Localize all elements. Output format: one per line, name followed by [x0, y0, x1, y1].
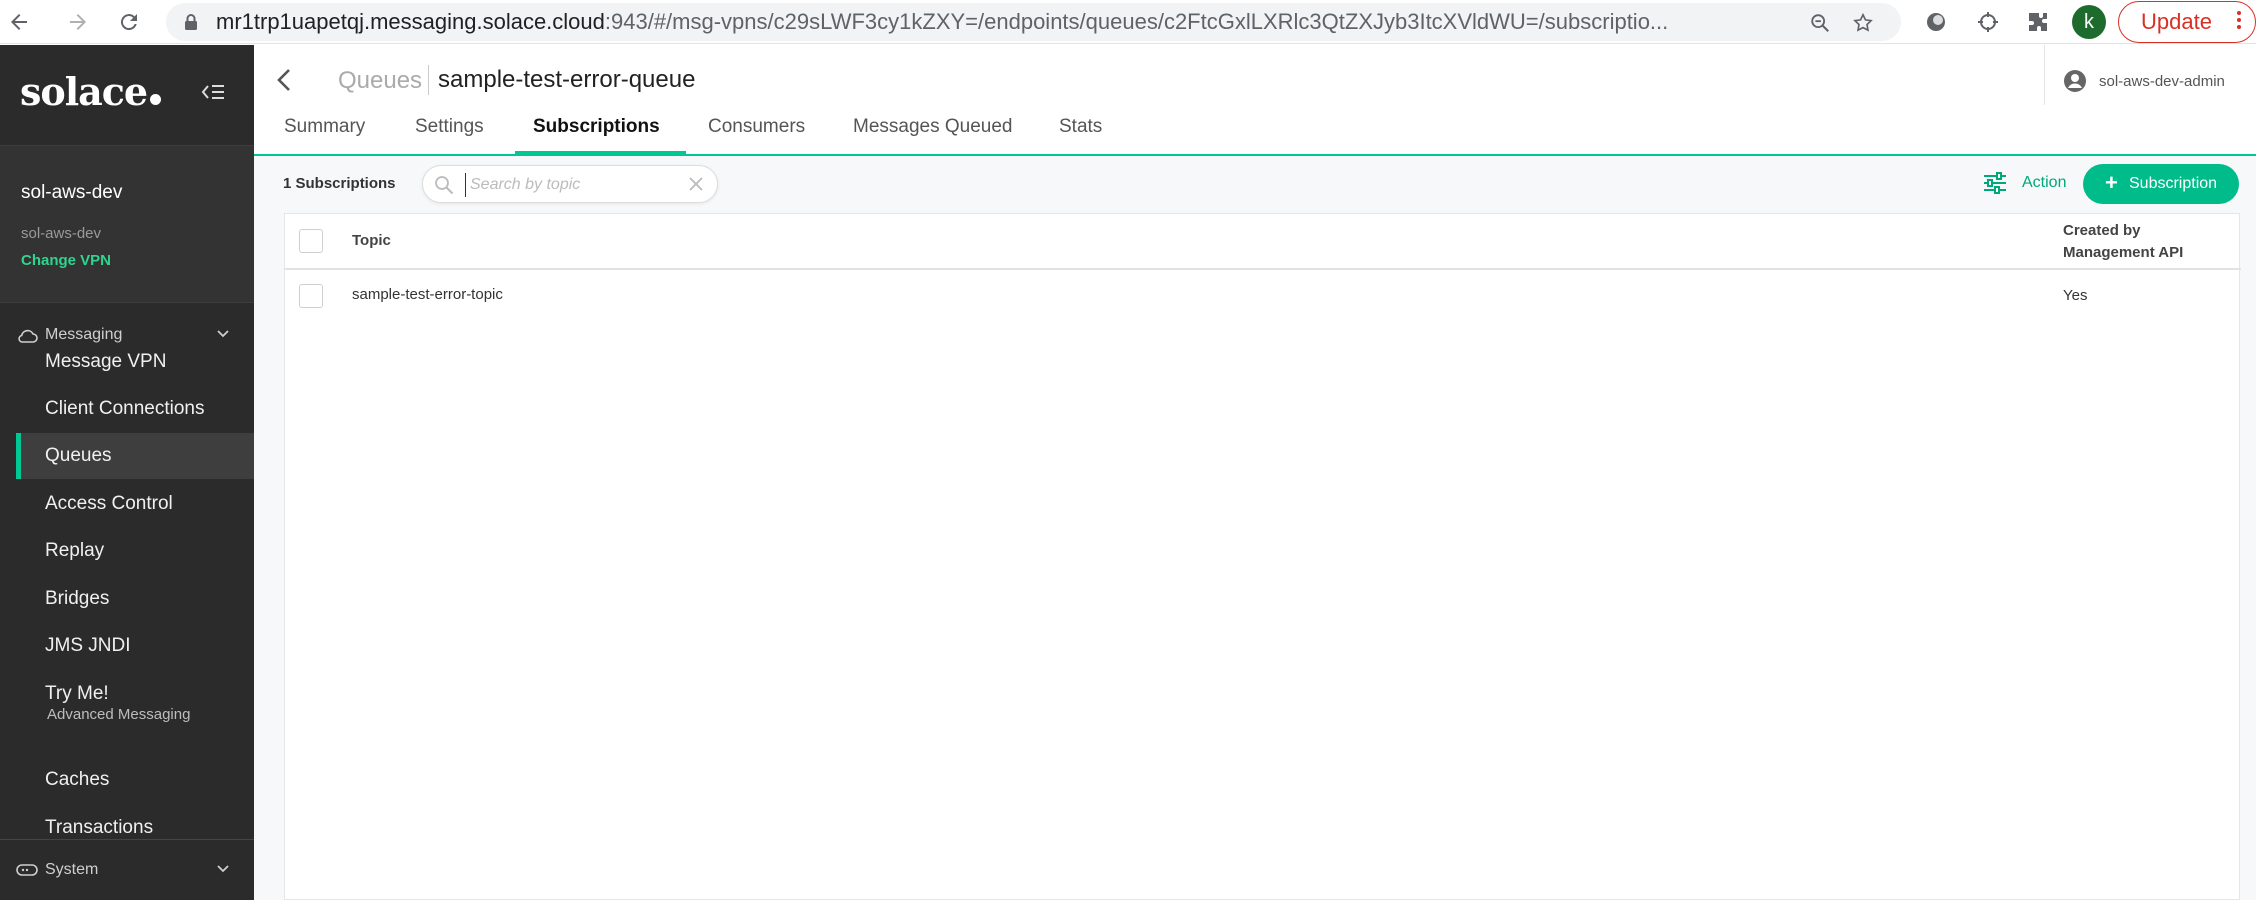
- change-vpn-link[interactable]: Change VPN: [21, 252, 111, 269]
- back-chevron-icon[interactable]: [274, 67, 294, 93]
- subscription-count: 1 Subscriptions: [283, 175, 396, 192]
- add-subscription-button[interactable]: + Subscription: [2083, 164, 2239, 204]
- sidebar-item-replay[interactable]: Replay: [16, 528, 254, 574]
- update-button[interactable]: Update: [2118, 1, 2256, 43]
- cell-topic: sample-test-error-topic: [352, 286, 503, 303]
- collapse-sidebar-icon[interactable]: [200, 81, 226, 103]
- sidebar-divider: [0, 839, 254, 840]
- menu-dots-icon[interactable]: [2237, 8, 2243, 32]
- user-icon: [2064, 70, 2086, 92]
- sidebar-item-caches[interactable]: Caches: [16, 757, 254, 803]
- vpn-name: sol-aws-dev: [21, 182, 123, 203]
- tab-stats[interactable]: Stats: [1059, 109, 1102, 154]
- tab-bar: Summary Settings Subscriptions Consumers…: [254, 109, 2256, 156]
- table-header: Topic Created by Management API: [285, 214, 2241, 270]
- puzzle-extensions-icon[interactable]: [2026, 10, 2050, 34]
- sidebar: solace sol-aws-dev sol-aws-dev Change VP…: [0, 45, 254, 900]
- vpn-subtitle: sol-aws-dev: [21, 225, 102, 242]
- clear-icon[interactable]: [687, 175, 705, 193]
- column-header-created-by-api[interactable]: Created by Management API: [2063, 220, 2213, 264]
- sidebar-item-client-connections[interactable]: Client Connections: [16, 386, 254, 432]
- url-text: mr1trp1uapetqj.messaging.solace.cloud:94…: [216, 9, 1669, 34]
- sidebar-item-jms-jndi[interactable]: JMS JNDI: [16, 623, 254, 669]
- system-icon: [16, 864, 38, 876]
- forward-arrow-icon[interactable]: [61, 5, 95, 39]
- search-input[interactable]: [465, 173, 675, 197]
- plus-icon: +: [2105, 170, 2118, 195]
- search-icon: [435, 176, 454, 195]
- tab-messages-queued[interactable]: Messages Queued: [853, 109, 1013, 154]
- extension-circle-icon[interactable]: [1924, 10, 1948, 34]
- tab-settings[interactable]: Settings: [415, 109, 484, 154]
- cell-created-by-api: Yes: [2063, 287, 2088, 304]
- sidebar-item-bridges[interactable]: Bridges: [16, 576, 254, 622]
- subscriptions-table: Topic Created by Management API sample-t…: [284, 213, 2241, 900]
- bookmark-star-icon[interactable]: [1852, 12, 1874, 34]
- back-arrow-icon[interactable]: [2, 5, 36, 39]
- section-advanced-messaging: Advanced Messaging: [47, 706, 191, 723]
- action-button[interactable]: Action: [1982, 167, 2078, 199]
- crosshair-icon[interactable]: [1976, 10, 2000, 34]
- zoom-icon[interactable]: [1809, 12, 1831, 34]
- breadcrumb[interactable]: Queues: [338, 67, 422, 95]
- vpn-info: sol-aws-dev sol-aws-dev Change VPN: [0, 145, 254, 303]
- user-menu[interactable]: sol-aws-dev-admin: [2044, 45, 2256, 105]
- row-checkbox[interactable]: [299, 284, 323, 308]
- section-system[interactable]: System: [0, 850, 254, 890]
- column-header-topic[interactable]: Topic: [352, 232, 391, 249]
- lock-icon: [185, 14, 197, 30]
- tab-consumers[interactable]: Consumers: [708, 109, 805, 154]
- page-title: sample-test-error-queue: [438, 66, 696, 93]
- select-all-checkbox[interactable]: [299, 229, 323, 253]
- sliders-icon: [1984, 172, 2006, 194]
- sidebar-item-access-control[interactable]: Access Control: [16, 481, 254, 527]
- profile-avatar[interactable]: k: [2072, 5, 2106, 39]
- table-row[interactable]: sample-test-error-topic Yes: [285, 272, 2241, 322]
- sidebar-item-message-vpn[interactable]: Message VPN: [16, 339, 254, 385]
- chevron-down-icon: [217, 330, 229, 338]
- sidebar-item-transactions[interactable]: Transactions: [16, 805, 254, 851]
- solace-logo[interactable]: solace: [20, 69, 162, 114]
- sidebar-item-queues[interactable]: Queues: [16, 433, 254, 479]
- address-bar[interactable]: mr1trp1uapetqj.messaging.solace.cloud:94…: [166, 3, 1901, 41]
- search-box: [422, 165, 718, 203]
- breadcrumb-separator: [428, 65, 429, 95]
- reload-icon[interactable]: [112, 5, 146, 39]
- tab-subscriptions[interactable]: Subscriptions: [515, 109, 686, 154]
- tab-summary[interactable]: Summary: [284, 109, 365, 154]
- user-name: sol-aws-dev-admin: [2099, 73, 2225, 90]
- chevron-down-icon: [217, 865, 229, 873]
- main-content: Queues sample-test-error-queue sol-aws-d…: [254, 45, 2256, 900]
- browser-toolbar: mr1trp1uapetqj.messaging.solace.cloud:94…: [0, 0, 2256, 44]
